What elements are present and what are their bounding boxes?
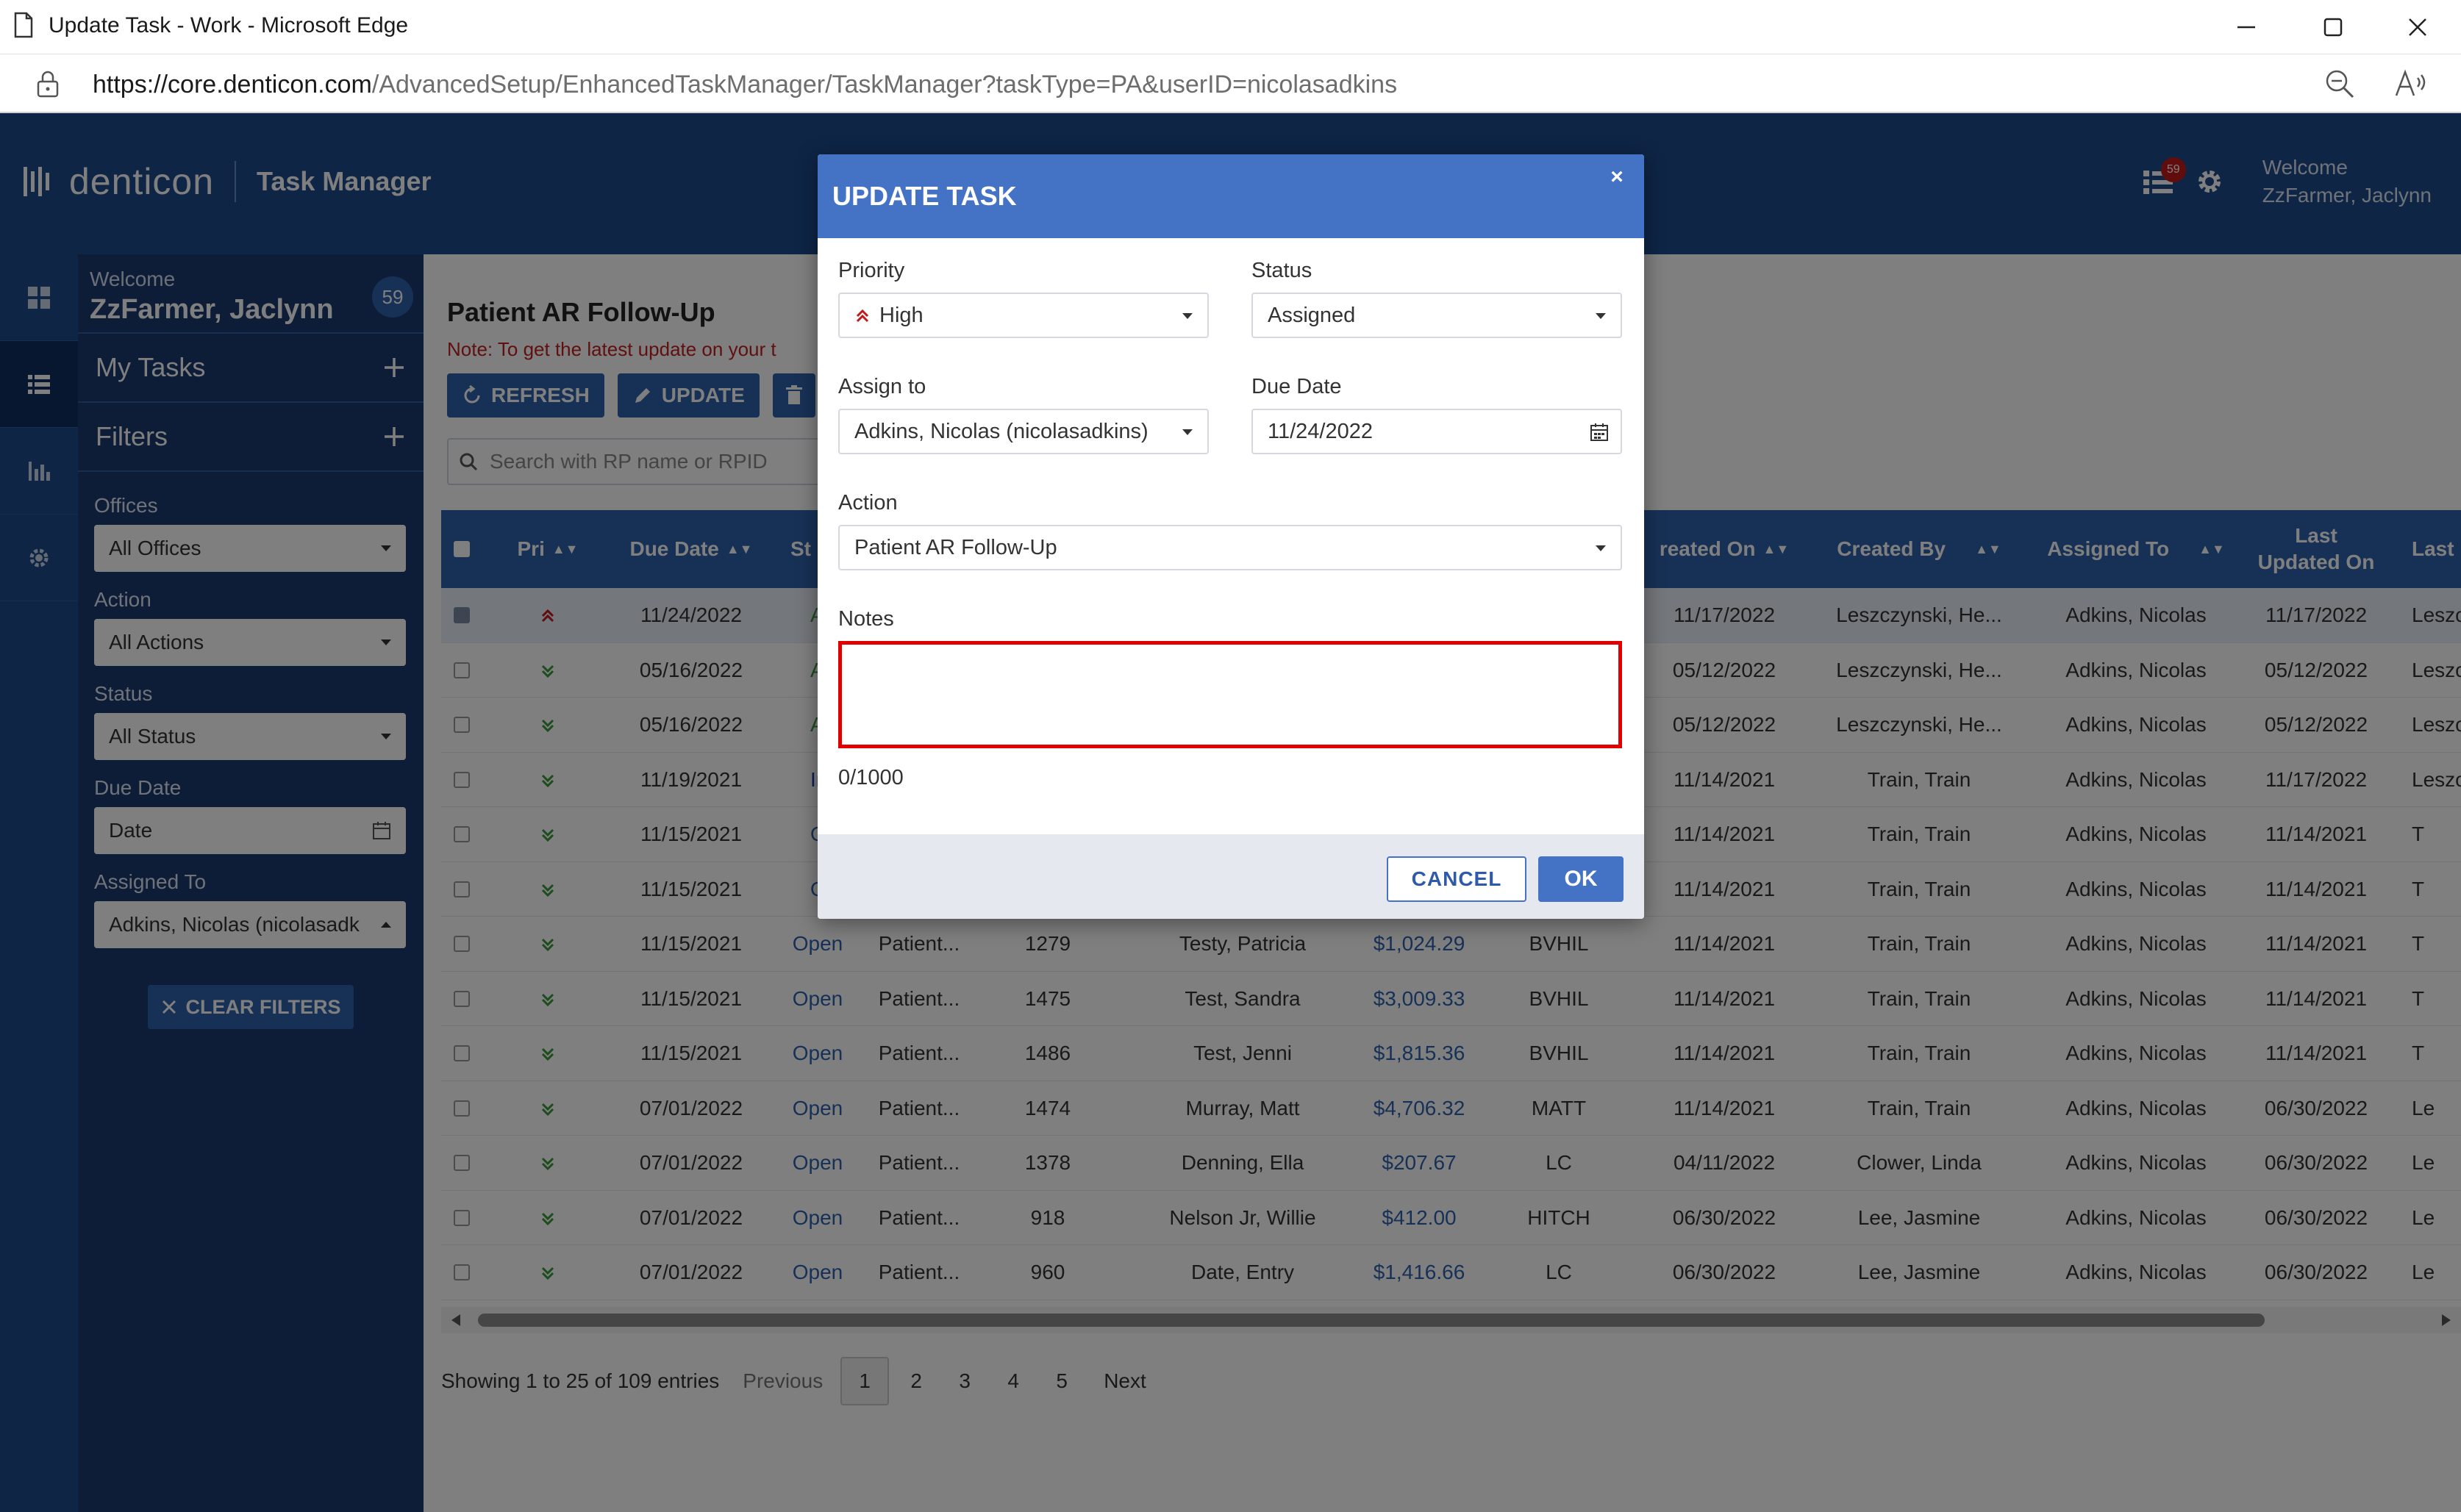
due-date-label: Due Date [1251, 375, 1342, 398]
chevron-down-icon [1182, 429, 1193, 435]
calendar-icon[interactable] [1590, 423, 1609, 442]
cancel-button[interactable]: CANCEL [1387, 856, 1526, 902]
priority-value: High [879, 303, 924, 327]
status-select[interactable]: Assigned [1251, 293, 1622, 338]
window-title: Update Task - Work - Microsoft Edge [49, 13, 409, 37]
ok-button[interactable]: OK [1538, 856, 1624, 902]
minimize-button[interactable] [2206, 7, 2287, 47]
maximize-button[interactable] [2293, 7, 2374, 47]
due-date-value: 11/24/2022 [1268, 419, 1373, 443]
action-select[interactable]: Patient AR Follow-Up [838, 525, 1622, 570]
close-icon [2409, 18, 2426, 36]
url-path: /AdvancedSetup/EnhancedTaskManager/TaskM… [371, 71, 1398, 98]
zoom-out-icon[interactable] [2324, 68, 2356, 100]
notes-label: Notes [838, 607, 894, 631]
priority-high-icon [856, 309, 869, 323]
chevron-down-icon [1182, 313, 1193, 319]
action-label: Action [838, 491, 898, 515]
assign-to-label: Assign to [838, 375, 926, 398]
close-window-button[interactable] [2377, 7, 2458, 47]
chevron-down-icon [1596, 313, 1606, 319]
url-text[interactable]: https://core.denticon.com/AdvancedSetup/… [93, 71, 1397, 99]
minimize-icon [2237, 26, 2255, 29]
due-date-input[interactable]: 11/24/2022 [1251, 409, 1622, 454]
url-host: https://core.denticon.com [93, 71, 372, 98]
dialog-title: UPDATE TASK [832, 181, 1017, 211]
action-value: Patient AR Follow-Up [854, 535, 1057, 559]
maximize-icon [2324, 18, 2343, 37]
notes-char-counter: 0/1000 [838, 766, 904, 789]
read-aloud-icon[interactable] [2393, 68, 2430, 100]
notes-textarea[interactable] [838, 641, 1622, 748]
update-task-dialog: UPDATE TASK × Priority High Status Assig… [818, 154, 1644, 919]
dialog-body: Priority High Status Assigned Assign to … [818, 238, 1644, 834]
chevron-down-icon [1596, 545, 1606, 551]
address-bar[interactable]: https://core.denticon.com/AdvancedSetup/… [0, 54, 2461, 113]
assign-to-value: Adkins, Nicolas (nicolasadkins) [854, 419, 1149, 443]
browser-titlebar: Update Task - Work - Microsoft Edge [0, 0, 2461, 54]
status-label: Status [1251, 259, 1312, 282]
dialog-header: UPDATE TASK × [818, 154, 1644, 238]
assign-to-select[interactable]: Adkins, Nicolas (nicolasadkins) [838, 409, 1209, 454]
priority-select[interactable]: High [838, 293, 1209, 338]
lock-icon[interactable] [35, 69, 60, 98]
dialog-footer: CANCEL OK [818, 834, 1644, 919]
dialog-close-button[interactable]: × [1604, 165, 1629, 190]
status-value: Assigned [1268, 303, 1356, 327]
page-icon [14, 12, 33, 38]
priority-label: Priority [838, 259, 905, 282]
